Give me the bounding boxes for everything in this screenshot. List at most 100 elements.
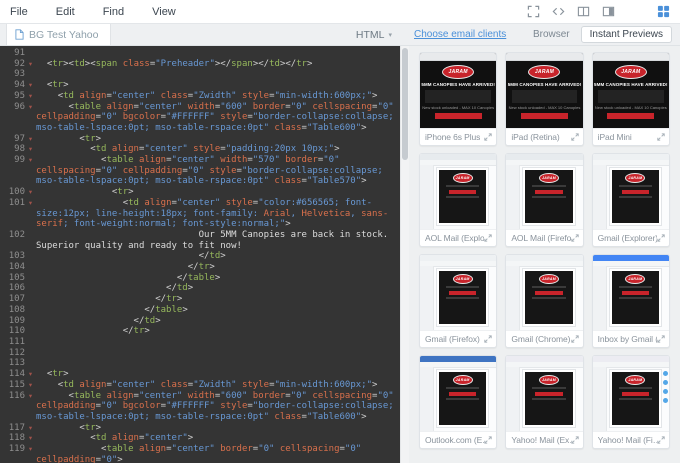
fold-toggle-icon[interactable]: ▾ xyxy=(25,187,36,198)
gutter: 109 xyxy=(0,316,36,327)
fold-toggle-icon[interactable]: ▾ xyxy=(25,155,36,187)
line-number: 102 xyxy=(8,229,25,240)
preview-card-footer: iPhone 6s Plus xyxy=(420,128,497,145)
preview-label: Inbox by Gmail (… xyxy=(597,334,657,344)
preview-card-footer: Outlook.com (E… xyxy=(420,431,497,448)
email-cta-bar xyxy=(434,113,482,119)
fold-toggle-icon[interactable]: ▾ xyxy=(25,369,36,380)
code-editor[interactable]: 91 92 ▾ <tr><td><span class="Preheader"><… xyxy=(0,46,400,463)
fold-toggle-icon[interactable]: ▾ xyxy=(25,102,36,134)
code-view-icon[interactable] xyxy=(551,5,565,19)
scrollbar-thumb[interactable] xyxy=(402,48,408,160)
expand-icon[interactable] xyxy=(570,335,579,343)
email-cta-bar xyxy=(448,190,477,194)
preview-card[interactable]: JARAM Yahoo! Mail (Ex… xyxy=(505,355,584,449)
file-tab[interactable]: BG Test Yahoo xyxy=(6,24,112,45)
code-text: </table> xyxy=(176,272,221,283)
fold-toggle-icon[interactable]: ▾ xyxy=(25,433,36,444)
preview-label: Gmail (Chrome) xyxy=(511,334,571,344)
line-number: 118 xyxy=(8,433,25,444)
fold-toggle-icon[interactable]: ▾ xyxy=(25,144,36,155)
expand-icon[interactable] xyxy=(657,436,665,444)
code-line: 94 ▾ <tr> xyxy=(0,80,400,91)
preview-card[interactable]: JARAM Inbox by Gmail (… xyxy=(591,254,670,348)
preview-card[interactable]: JARAM AOL Mail (Firefox) xyxy=(505,153,584,247)
expand-icon[interactable] xyxy=(484,335,493,343)
menu-file[interactable]: File xyxy=(4,6,34,18)
menu-edit[interactable]: Edit xyxy=(50,6,81,18)
fold-toggle-icon[interactable]: ▾ xyxy=(25,91,36,102)
code-text: <table align="center" width="600" border… xyxy=(36,101,400,133)
expand-icon[interactable] xyxy=(657,133,665,141)
webmail-message-pane: JARAM xyxy=(436,268,490,327)
line-number: 110 xyxy=(8,326,25,337)
expand-icon[interactable] xyxy=(657,234,665,242)
preview-card[interactable]: JARAM 5MM CANOPIES HAVE ARRIVED! New stock… xyxy=(505,52,584,146)
fold-toggle-icon[interactable]: ▾ xyxy=(25,380,36,391)
line-number: 107 xyxy=(8,294,25,305)
expand-icon[interactable] xyxy=(657,335,665,343)
fold-toggle-icon[interactable]: ▾ xyxy=(25,134,36,145)
preview-card[interactable]: JARAM 5MM CANOPIES HAVE ARRIVED! New stock… xyxy=(591,52,670,146)
webmail-message-pane: JARAM xyxy=(522,167,576,226)
menubar-icons xyxy=(526,5,670,19)
email-text-line xyxy=(446,398,480,400)
preview-card[interactable]: JARAM Gmail (Firefox) xyxy=(419,254,498,348)
expand-icon[interactable] xyxy=(484,436,493,444)
preview-label: AOL Mail (Firefox) xyxy=(511,233,570,243)
gutter: 111 xyxy=(0,337,36,348)
menu-find[interactable]: Find xyxy=(97,6,130,18)
line-number: 100 xyxy=(8,187,25,198)
grid-view-icon[interactable] xyxy=(656,5,670,19)
fold-toggle-icon[interactable]: ▾ xyxy=(25,423,36,434)
fold-toggle-icon[interactable]: ▾ xyxy=(25,198,36,230)
code-text: <tr> xyxy=(79,422,102,433)
gutter: 115 ▾ xyxy=(0,380,36,391)
menu-view[interactable]: View xyxy=(146,6,182,18)
editor-scrollbar[interactable] xyxy=(400,46,409,463)
preview-card[interactable]: JARAM AOL Mail (Explore… xyxy=(419,153,498,247)
layout-view-icon[interactable] xyxy=(601,5,615,19)
language-dropdown[interactable]: HTML ▾ xyxy=(356,24,400,45)
choose-email-clients-link[interactable]: Choose email clients xyxy=(414,29,506,40)
preview-card[interactable]: JARAM Gmail (Chrome) xyxy=(505,254,584,348)
preview-label: Gmail (Firefox) xyxy=(425,334,480,344)
line-number: 95 xyxy=(14,90,25,101)
split-view-icon[interactable] xyxy=(576,5,590,19)
preview-card[interactable]: JARAM Gmail (Explorer) xyxy=(591,153,670,247)
tab-browser[interactable]: Browser xyxy=(524,26,579,43)
gutter: 100 ▾ xyxy=(0,187,36,198)
preview-thumbnail: JARAM xyxy=(420,154,497,229)
line-number: 106 xyxy=(8,283,25,294)
expand-icon[interactable] xyxy=(484,234,493,242)
fold-toggle-icon[interactable]: ▾ xyxy=(25,391,36,423)
gutter: 108 xyxy=(0,305,36,316)
fullscreen-icon[interactable] xyxy=(526,5,540,19)
email-banner-text: 5MM CANOPIES HAVE ARRIVED! xyxy=(594,82,668,87)
fold-toggle-icon[interactable]: ▾ xyxy=(25,80,36,91)
tab-instant-previews[interactable]: Instant Previews xyxy=(580,26,672,43)
code-text: <td align="center" style="padding:20px 1… xyxy=(90,144,340,155)
expand-icon[interactable] xyxy=(570,234,579,242)
preview-card[interactable]: JARAM Outlook.com (E… xyxy=(419,355,498,449)
fold-toggle-icon[interactable]: ▾ xyxy=(25,59,36,70)
webmail-sidebar xyxy=(592,367,607,431)
preview-card[interactable]: JARAM 5MM CANOPIES HAVE ARRIVED! New stock… xyxy=(419,52,498,146)
fold-toggle-icon[interactable]: ▾ xyxy=(25,444,36,463)
email-body: JARAM xyxy=(525,170,573,223)
expand-icon[interactable] xyxy=(570,133,579,141)
preview-label: Outlook.com (E… xyxy=(425,435,485,445)
preview-thumbnail: JARAM xyxy=(420,255,497,330)
webmail-sidebar xyxy=(506,266,521,330)
preview-card-footer: AOL Mail (Firefox) xyxy=(506,229,583,246)
expand-icon[interactable] xyxy=(484,133,493,141)
preview-label: AOL Mail (Explore… xyxy=(425,233,485,243)
preview-card[interactable]: JARAM Yahoo! Mail (Fi… xyxy=(591,355,670,449)
expand-icon[interactable] xyxy=(570,436,579,444)
preview-label: iPhone 6s Plus xyxy=(425,132,481,142)
email-text-line xyxy=(618,185,652,187)
